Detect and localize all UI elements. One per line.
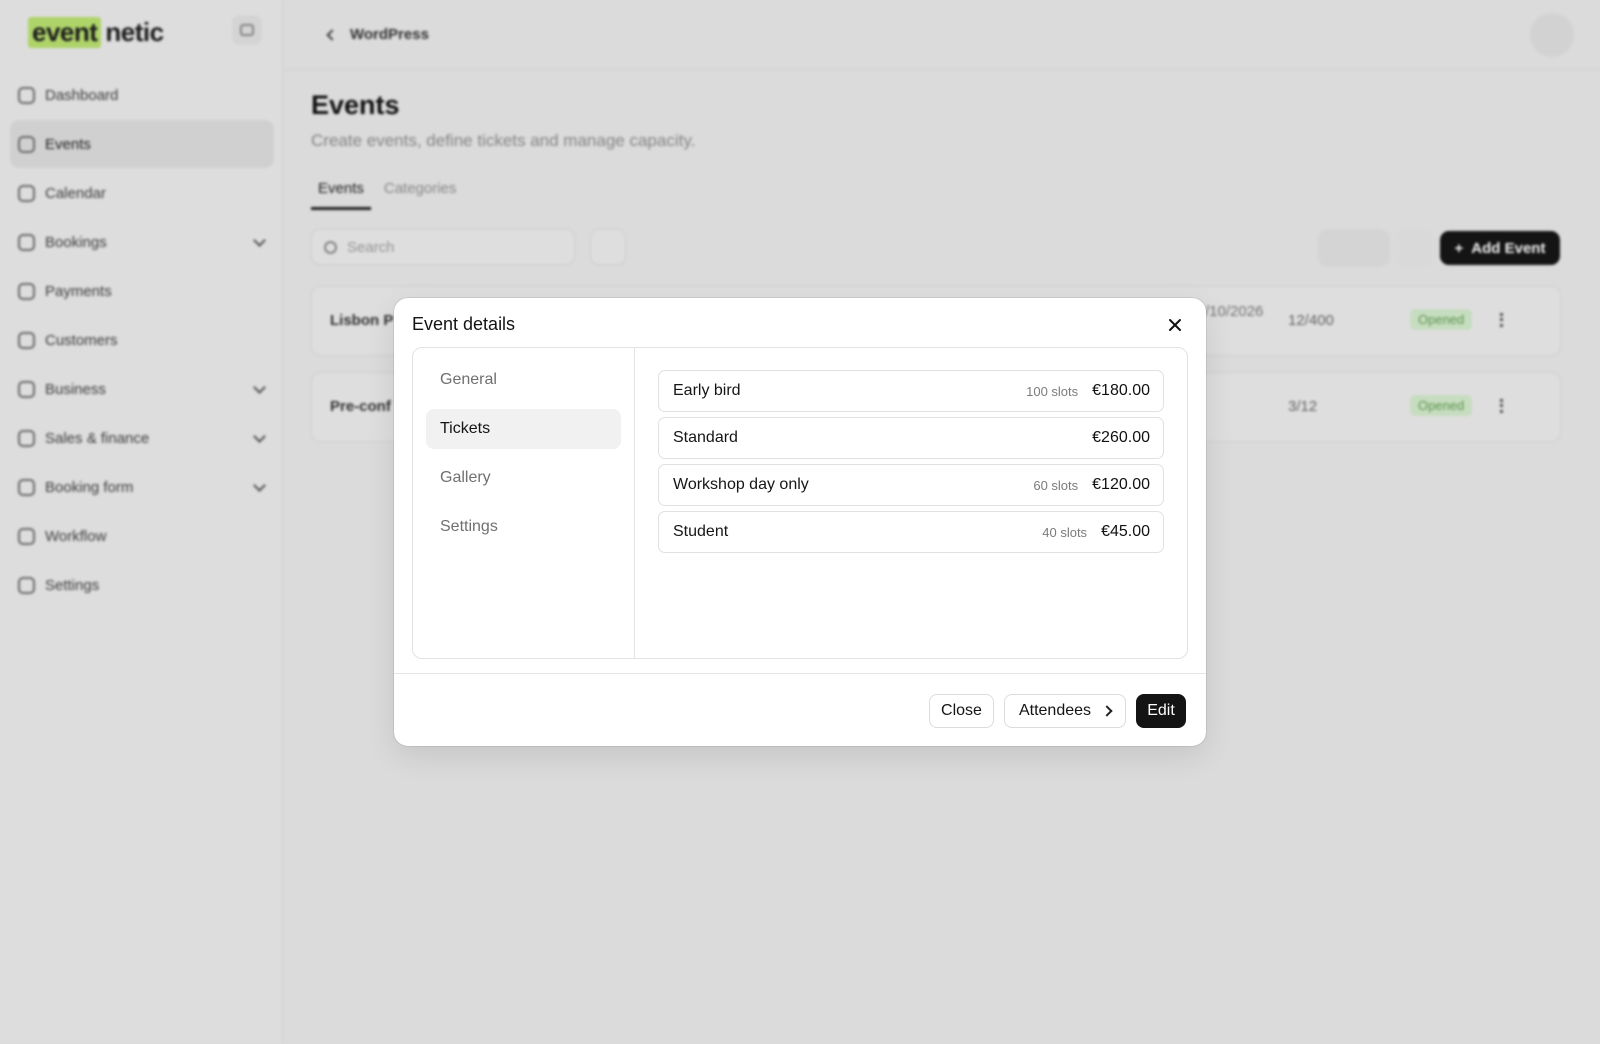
- modal-nav-general[interactable]: General: [426, 360, 621, 400]
- edit-button[interactable]: Edit: [1136, 694, 1186, 728]
- modal-nav: General Tickets Gallery Settings: [413, 348, 635, 658]
- ticket-price: €180.00: [1092, 382, 1150, 399]
- ticket-name: Workshop day only: [673, 476, 809, 493]
- modal-footer: Close Attendees Edit: [394, 673, 1206, 746]
- ticket-price: €120.00: [1092, 476, 1150, 493]
- ticket-slots: 100 slots: [1026, 383, 1079, 399]
- ticket-name: Student: [673, 523, 729, 540]
- chevron-right-icon: [1101, 705, 1113, 717]
- ticket-price: €45.00: [1101, 523, 1150, 540]
- ticket-slots: 40 slots: [1042, 524, 1088, 540]
- close-button[interactable]: Close: [929, 694, 994, 728]
- ticket-list: Early bird 100 slots €180.00 Standard €2…: [658, 370, 1164, 558]
- modal-body: General Tickets Gallery Settings Early b…: [412, 347, 1188, 659]
- attendees-label: Attendees: [1018, 702, 1092, 719]
- ticket-row[interactable]: Student 40 slots €45.00: [658, 511, 1164, 553]
- modal-nav-settings[interactable]: Settings: [426, 507, 621, 547]
- ticket-row[interactable]: Standard €260.00: [658, 417, 1164, 459]
- modal-nav-gallery[interactable]: Gallery: [426, 458, 621, 498]
- ticket-name: Early bird: [673, 382, 741, 399]
- event-details-modal: Event details General Tickets Gallery Se…: [394, 298, 1206, 746]
- ticket-row[interactable]: Early bird 100 slots €180.00: [658, 370, 1164, 412]
- ticket-slots: 60 slots: [1033, 477, 1079, 493]
- close-icon[interactable]: [1164, 314, 1186, 336]
- ticket-price: €260.00: [1092, 429, 1150, 446]
- modal-title: Event details: [412, 314, 516, 334]
- modal-nav-tickets[interactable]: Tickets: [426, 409, 621, 449]
- attendees-button[interactable]: Attendees: [1004, 694, 1126, 728]
- ticket-name: Standard: [673, 429, 738, 446]
- ticket-row[interactable]: Workshop day only 60 slots €120.00: [658, 464, 1164, 506]
